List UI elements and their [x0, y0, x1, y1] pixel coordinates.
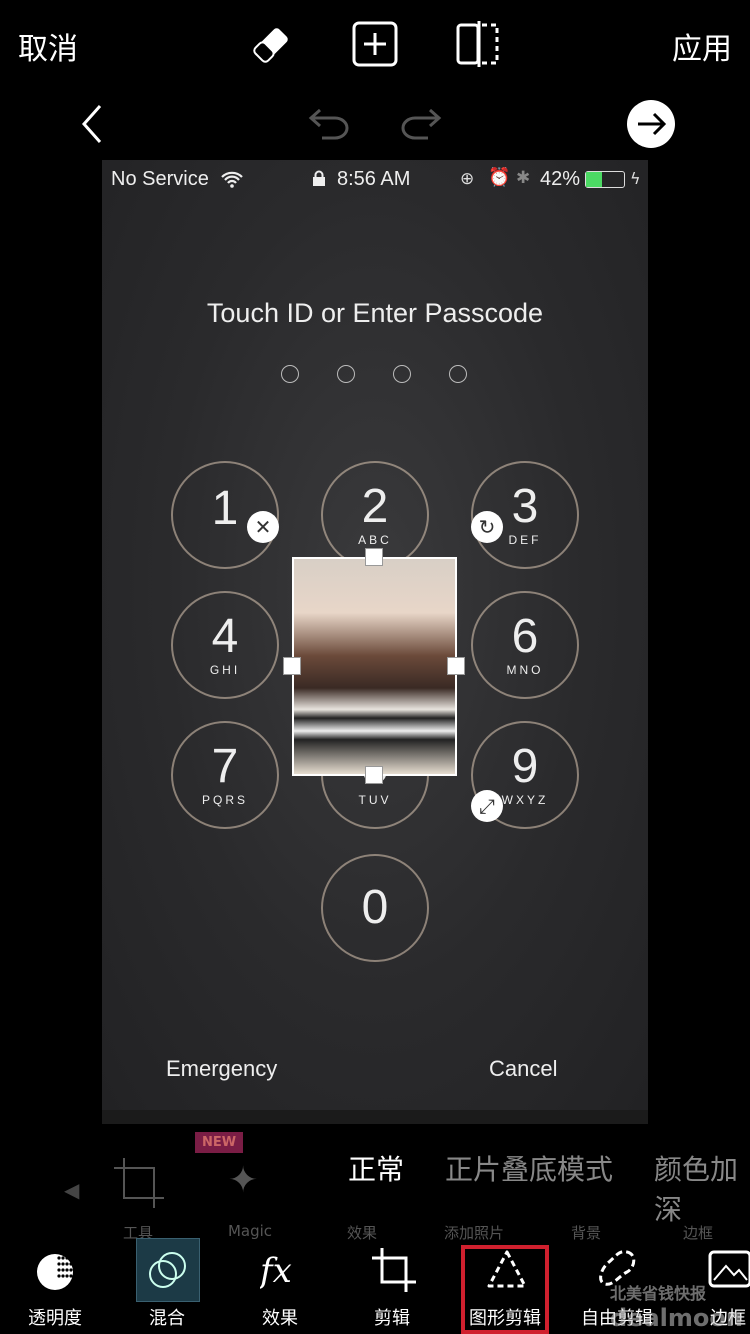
key-letters: MNO [506, 663, 544, 677]
undo-icon[interactable] [308, 106, 352, 140]
key-letters: TUV [358, 793, 392, 807]
carrier-text: No Service [111, 168, 209, 190]
svg-text:fx: fx [260, 1251, 292, 1291]
key-digit: 0 [361, 881, 389, 934]
passcode-dot [449, 365, 467, 383]
tool-label: 混合 [149, 1308, 185, 1329]
key-letters: PQRS [201, 793, 248, 807]
redo-icon[interactable] [398, 106, 442, 140]
scroll-left-icon: ◀ [64, 1178, 80, 1202]
key-digit: 7 [211, 740, 239, 793]
magic-icon: ✦ [228, 1160, 259, 1201]
charging-icon: ϟ [630, 169, 641, 188]
resize-handle-right[interactable] [447, 657, 465, 675]
battery-text: 42% [540, 168, 581, 190]
blend-icon [147, 1248, 187, 1292]
watermark-logo: 北美省钱快报 dealmoon [610, 1284, 743, 1332]
tool-label: 透明度 [28, 1308, 82, 1329]
time-text: 8:56 AM [337, 168, 411, 190]
shape-crop-icon [485, 1248, 527, 1292]
next-icon[interactable] [626, 99, 676, 149]
cancel-button[interactable]: 取消 [18, 24, 78, 68]
keypad-key[interactable]: 4 GHI [171, 591, 279, 699]
faded-tool-label: Magic [227, 1222, 273, 1240]
keypad-key[interactable]: 6 MNO [471, 591, 579, 699]
canvas-bottom-edge [102, 1110, 648, 1124]
passcode-dot [337, 365, 355, 383]
alarm-icon: ⏰ [488, 167, 511, 188]
keypad-key[interactable]: 0 [321, 854, 429, 962]
add-icon[interactable] [352, 21, 398, 67]
resize-handle-bottom[interactable] [365, 766, 383, 784]
resize-handle-top[interactable] [365, 548, 383, 566]
close-icon[interactable]: ✕ [247, 511, 279, 543]
rotation-lock-icon: ⊕ [460, 169, 475, 189]
overlay-photo[interactable] [292, 557, 457, 776]
tools-icon [114, 1158, 164, 1212]
emergency-button[interactable]: Emergency [166, 1056, 277, 1082]
cancel-passcode-button[interactable]: Cancel [489, 1056, 557, 1082]
blend-mode-normal[interactable]: 正常 [348, 1148, 404, 1188]
passcode-dot [281, 365, 299, 383]
resize-handle-left[interactable] [283, 657, 301, 675]
tool-label: 效果 [262, 1308, 298, 1329]
key-digit: 2 [361, 480, 389, 533]
new-badge: NEW [195, 1132, 243, 1153]
key-digit: 9 [511, 740, 539, 793]
wifi-icon [220, 170, 244, 192]
lock-icon [312, 170, 326, 190]
compare-icon[interactable] [456, 21, 502, 67]
apply-button[interactable]: 应用 [672, 24, 732, 68]
scale-icon[interactable]: ⤢ [471, 790, 503, 822]
rotate-icon[interactable]: ↻ [471, 511, 503, 543]
passcode-dot [393, 365, 411, 383]
key-letters: GHI [209, 663, 241, 677]
key-letters: ABC [358, 533, 392, 547]
opacity-icon [35, 1248, 75, 1292]
key-digit: 6 [511, 610, 539, 663]
crop-icon [372, 1248, 416, 1292]
faded-tool-label: 效果 [346, 1224, 377, 1242]
back-icon[interactable] [78, 104, 108, 144]
tool-label: 剪辑 [374, 1308, 410, 1329]
keypad-key[interactable]: 7 PQRS [171, 721, 279, 829]
eraser-icon[interactable] [248, 22, 294, 68]
bluetooth-icon: ✱ [516, 168, 531, 188]
faded-tool-label: 背景 [570, 1224, 601, 1242]
canvas-image[interactable]: No Service 8:56 AM ⊕ ⏰ ✱ 42% ϟ Touch ID … [102, 160, 648, 1110]
battery-icon [585, 171, 625, 188]
blend-mode-multiply[interactable]: 正片叠底模式 [445, 1148, 613, 1188]
passcode-title: Touch ID or Enter Passcode [206, 298, 544, 328]
tool-label: 图形剪辑 [469, 1308, 541, 1329]
key-digit: 4 [211, 610, 239, 663]
faded-tool-label: 添加照片 [443, 1224, 504, 1242]
blend-mode-color-burn[interactable]: 颜色加深 [654, 1148, 750, 1228]
fx-icon: fx [257, 1248, 300, 1292]
